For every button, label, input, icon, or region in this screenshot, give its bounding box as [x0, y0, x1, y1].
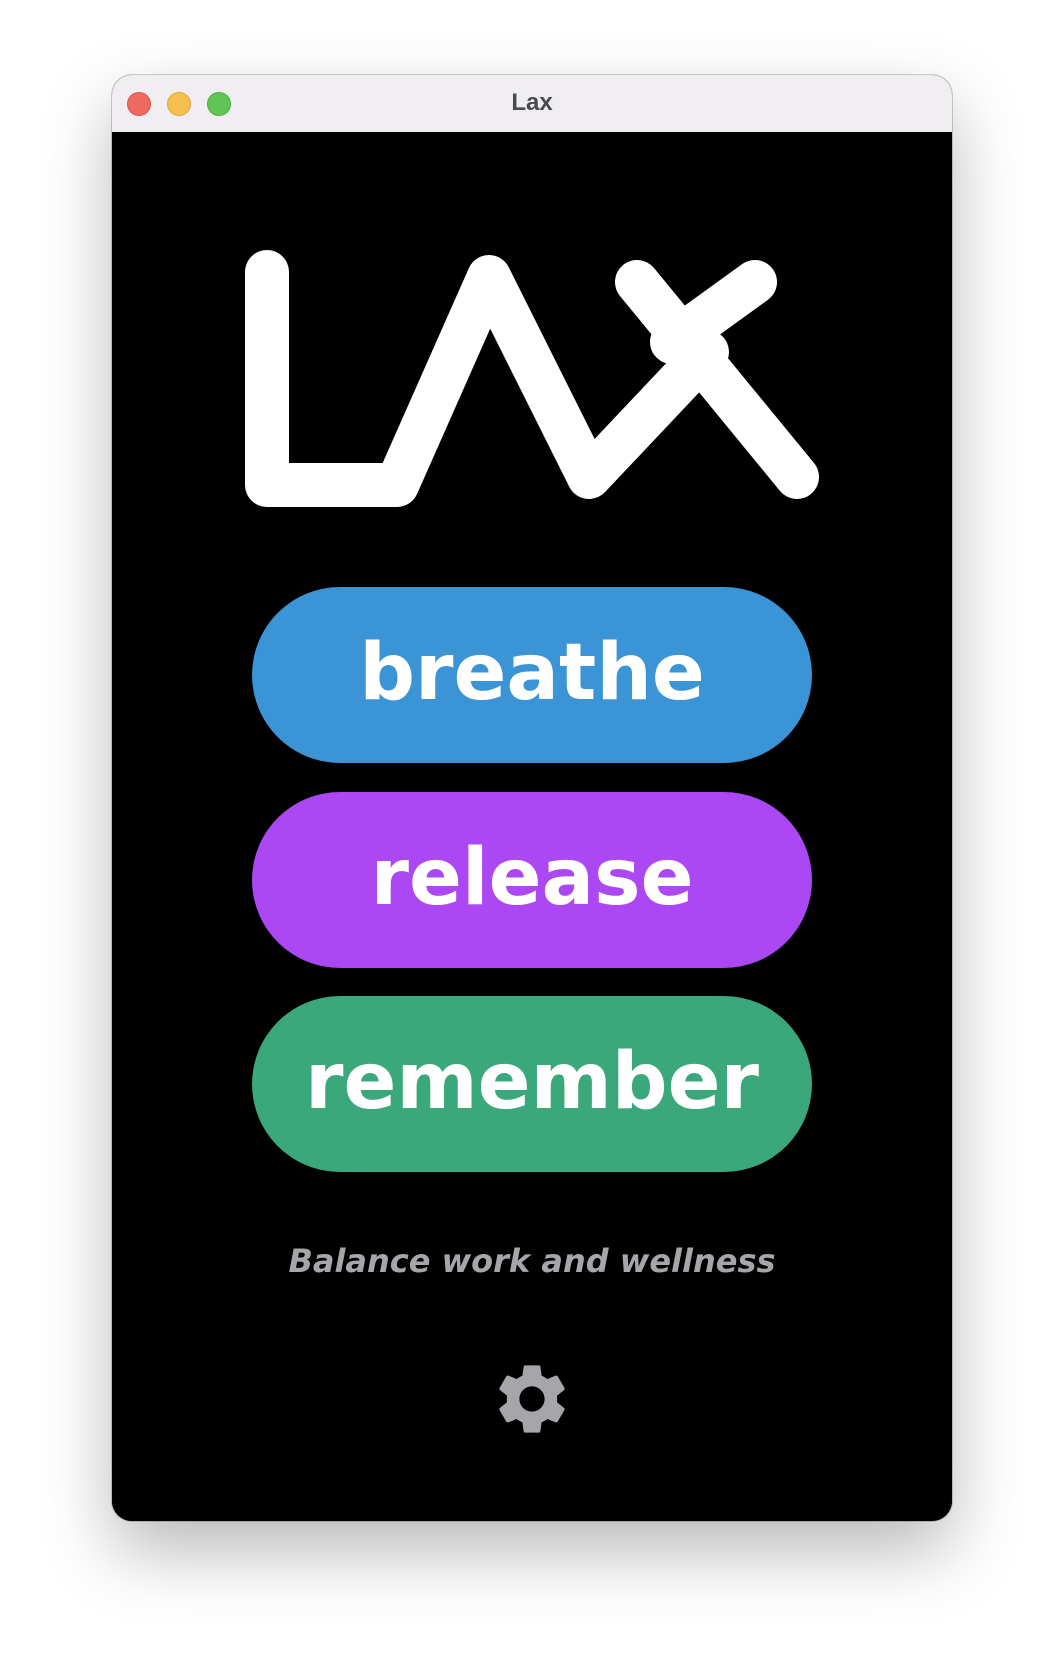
release-label: release [370, 833, 694, 923]
tagline: Balance work and wellness [288, 1242, 776, 1280]
main-content: breathe release remember Balance work an… [112, 132, 952, 1521]
breathe-button[interactable]: breathe [252, 587, 812, 763]
window-title: Lax [511, 89, 553, 116]
remember-button[interactable]: remember [252, 996, 812, 1172]
lax-logo [245, 250, 819, 507]
remember-label: remember [304, 1037, 760, 1127]
gear-icon[interactable] [490, 1357, 574, 1441]
breathe-label: breathe [359, 628, 705, 718]
app-window: Lax breathe release remember Balance wor… [112, 75, 952, 1521]
title-bar[interactable]: Lax [112, 75, 952, 133]
release-button[interactable]: release [252, 792, 812, 968]
